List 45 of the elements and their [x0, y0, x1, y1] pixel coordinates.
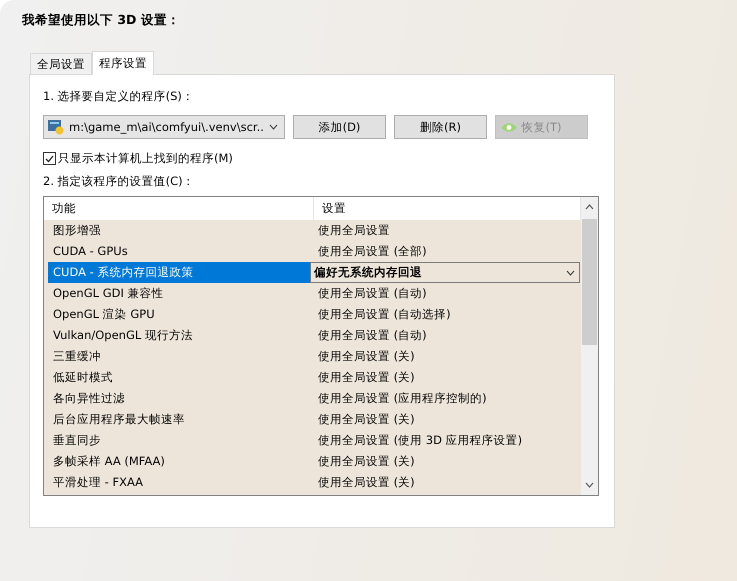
tab[interactable]: 全局设置 — [30, 53, 92, 74]
settings-label: 2. 指定该程序的设置值(C)： — [43, 174, 196, 190]
scroll-up-icon[interactable] — [585, 204, 594, 210]
feature-cell[interactable]: 图形增强 — [48, 220, 310, 241]
scroll-thumb[interactable] — [582, 219, 597, 345]
setting-cell-text: 使用全局设置 (应用程序控制的) — [317, 390, 488, 407]
feature-cell[interactable]: 后台应用程序最大帧速率 — [48, 409, 310, 430]
feature-cell[interactable]: OpenGL 渲染 GPU — [48, 304, 310, 325]
setting-dropdown[interactable]: 偏好无系统内存回退 — [310, 262, 580, 283]
setting-cell-text: 使用全局设置 (关) — [317, 369, 416, 386]
setting-cell-text: 使用全局设置 (全部) — [317, 243, 428, 260]
setting-cell-text: 使用全局设置 (自动) — [317, 327, 428, 344]
feature-cell[interactable]: CUDA - GPUs — [48, 241, 310, 262]
feature-cell[interactable]: 三重缓冲 — [48, 346, 310, 367]
caret-icon — [269, 124, 278, 130]
setting-cell-text: 使用全局设置 (关) — [317, 474, 416, 491]
checkbox-label[interactable]: 只显示本计算机上找到的程序(M) — [58, 151, 233, 166]
program-dropdown[interactable]: m:\game_m\ai\comfyui\.venv\scr... — [43, 115, 285, 139]
feature-cell[interactable]: CUDA - 系统内存回退政策 — [48, 262, 310, 283]
tab[interactable]: 程序设置 — [92, 51, 154, 75]
scrollbar[interactable] — [581, 197, 598, 495]
setting-cell-text: 使用全局设置 (关) — [317, 411, 416, 428]
eye-logo-icon — [500, 122, 518, 133]
setting-cell-text: 使用全局设置 — [317, 222, 391, 239]
setting-cell-text: 使用全局设置 (关) — [317, 348, 416, 365]
setting-cell-text: 使用全局设置 (使用 3D 应用程序设置) — [317, 432, 524, 449]
feature-cell[interactable]: 多帧采样 AA (MFAA) — [48, 451, 310, 472]
action-button[interactable]: 添加(D) — [293, 115, 386, 139]
feature-cell[interactable]: 平滑处理 - FXAA — [48, 472, 310, 493]
feature-cell[interactable]: Vulkan/OpenGL 现行方法 — [48, 325, 310, 346]
feature-cell[interactable]: 低延时模式 — [48, 367, 310, 388]
checkbox[interactable] — [43, 152, 56, 165]
scroll-down-icon[interactable] — [585, 482, 594, 488]
program-label: 1. 选择要自定义的程序(S)： — [43, 89, 195, 105]
setting-cell-text: 使用全局设置 (自动选择) — [317, 306, 452, 323]
column-header[interactable]: 功能 — [44, 197, 314, 220]
feature-cell[interactable]: OpenGL GDI 兼容性 — [48, 283, 310, 304]
setting-cell-text: 使用全局设置 (自动) — [317, 285, 428, 302]
feature-cell[interactable]: 各向异性过滤 — [48, 388, 310, 409]
setting-cell-text: 使用全局设置 (关) — [317, 453, 416, 470]
feature-cell[interactable]: 垂直同步 — [48, 430, 310, 451]
caret-icon — [566, 270, 575, 276]
section-heading: 我希望使用以下 3D 设置： — [22, 12, 181, 29]
action-button[interactable]: 删除(R) — [394, 115, 487, 139]
check-icon — [45, 154, 54, 162]
